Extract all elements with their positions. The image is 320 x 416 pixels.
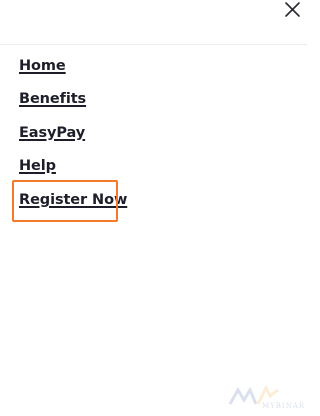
close-menu-button[interactable] — [281, 0, 303, 22]
close-icon — [285, 2, 300, 17]
menu-item-help[interactable]: Help — [19, 157, 56, 175]
mobile-menu-screen: Home Benefits EasyPay Help Register Now … — [0, 0, 307, 416]
menu-header — [0, 0, 307, 45]
menu-item-easypay[interactable]: EasyPay — [19, 124, 85, 142]
menu-item-benefits[interactable]: Benefits — [19, 90, 86, 108]
menu-item-register-now[interactable]: Register Now — [19, 191, 127, 209]
watermark-text: MYBINAR — [262, 402, 306, 410]
watermark-logo: MYBINAR — [226, 384, 306, 416]
menu-item-home[interactable]: Home — [19, 57, 66, 75]
